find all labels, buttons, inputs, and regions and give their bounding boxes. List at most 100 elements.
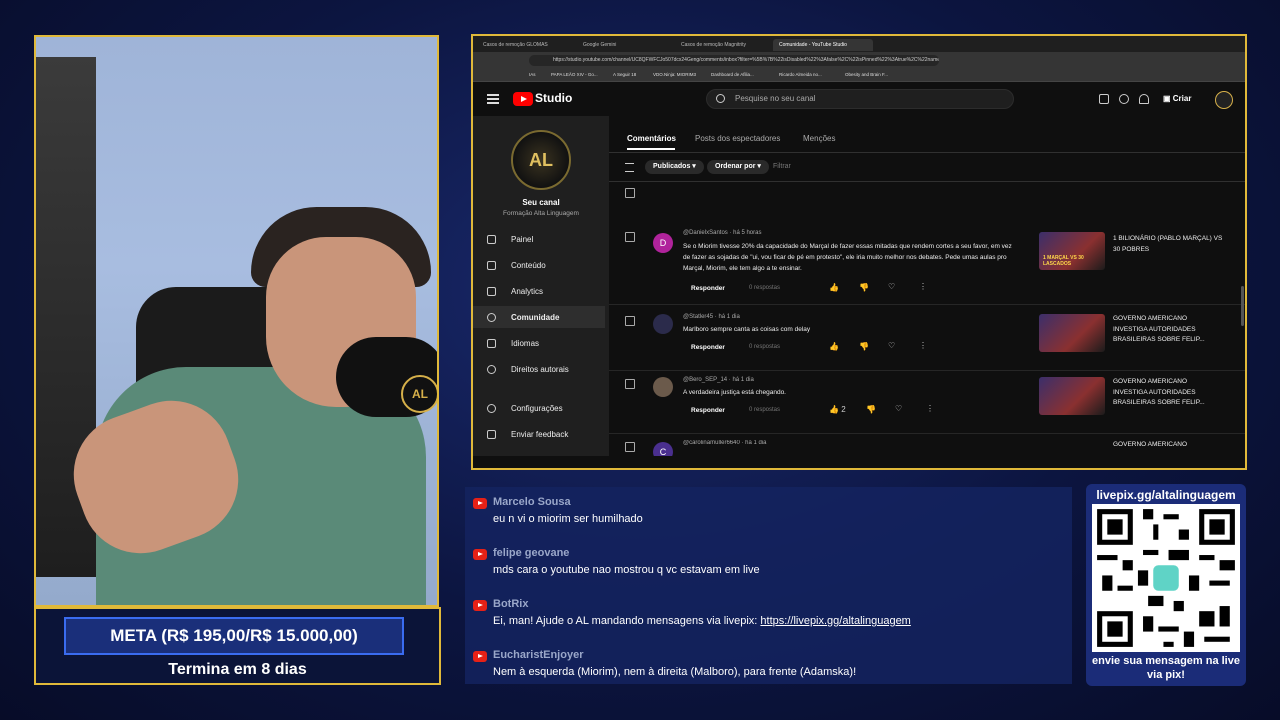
browser-tab[interactable]: Casos de remoção Magnitrity — [675, 39, 775, 51]
sidebar-item-painel[interactable]: Painel — [473, 228, 605, 250]
heart-icon[interactable]: ♡ — [888, 341, 895, 350]
comment-checkbox[interactable] — [625, 232, 635, 242]
more-icon[interactable]: ⋮ — [919, 341, 927, 350]
browser-tab[interactable]: Casos de remoção GLOMAS — [477, 39, 577, 51]
sidebar-item-label: Idiomas — [511, 338, 540, 348]
comment-checkbox[interactable] — [625, 379, 635, 389]
mic-logo: AL — [401, 375, 437, 413]
chat-link[interactable]: https://livepix.gg/altalinguagem — [760, 615, 910, 627]
reply-button[interactable]: Responder — [683, 341, 733, 355]
studio-sidebar: AL Seu canal Formação Alta Linguagem Pai… — [473, 116, 609, 456]
bookmark[interactable]: Ricardo Almeida no... — [779, 72, 822, 77]
account-avatar[interactable] — [1215, 91, 1233, 109]
sidebar-item-direitos[interactable]: Direitos autorais — [473, 358, 605, 380]
more-icon[interactable]: ⋮ — [919, 282, 927, 291]
comment-avatar[interactable] — [653, 314, 673, 334]
comment-checkbox[interactable] — [625, 442, 635, 452]
search-input[interactable]: Pesquise no seu canal — [706, 89, 1014, 109]
filter-input[interactable]: Filtrar — [773, 163, 791, 170]
chat-text: Ei, man! Ajude o AL mandando mensagens v… — [493, 615, 761, 627]
sort-button[interactable]: Ordenar por ▾ — [707, 160, 769, 174]
bookmark[interactable]: PAPA LEÃO XIV - Go... — [551, 72, 598, 77]
published-label: Publicados — [653, 163, 691, 170]
dislike-icon[interactable]: 👎 — [859, 283, 869, 292]
content-icon — [487, 260, 496, 270]
bookmark[interactable]: Dashboard de Afilia... — [711, 72, 754, 77]
comment-avatar[interactable]: D — [653, 233, 673, 253]
scrollbar[interactable] — [1241, 286, 1244, 326]
sidebar-item-comunidade[interactable]: Comunidade — [473, 306, 605, 328]
browser-tab-active[interactable]: Comunidade - YouTube Studio — [773, 39, 873, 51]
channel-avatar[interactable]: AL — [511, 130, 571, 190]
chat-text: mds cara o youtube nao mostrou q vc esta… — [493, 564, 760, 576]
sidebar-item-configuracoes[interactable]: Configurações — [473, 397, 605, 419]
tab-mencoes[interactable]: Menções — [803, 134, 835, 143]
video-thumbnail[interactable] — [1039, 377, 1105, 415]
video-title[interactable]: GOVERNO AMERICANO INVESTIGA AUTORIDADES … — [1113, 314, 1223, 346]
subtitles-icon[interactable] — [1099, 94, 1109, 104]
youtube-logo-icon[interactable] — [513, 92, 533, 106]
chat-text-container: Ei, man! Ajude o AL mandando mensagens v… — [493, 615, 911, 627]
sidebar-item-analytics[interactable]: Analytics — [473, 280, 605, 302]
comment-author[interactable]: @DanielxSantos · há 5 horas — [683, 230, 761, 236]
video-title[interactable]: GOVERNO AMERICANO INVESTIGA AUTORIDADES … — [1113, 377, 1223, 409]
reply-button[interactable]: Responder — [683, 282, 733, 296]
languages-icon — [487, 338, 496, 348]
browser-tab[interactable]: Google Gemini — [577, 39, 673, 51]
comment-author[interactable]: @carolinamuller6640 · há 1 dia — [683, 440, 766, 446]
heart-icon[interactable]: ♡ — [888, 282, 895, 291]
address-bar-row: https://studio.youtube.com/channel/UC8QF… — [473, 52, 1245, 69]
tab-comentarios[interactable]: Comentários — [627, 134, 676, 143]
comment-author[interactable]: @Statler45 · há 1 dia — [683, 314, 740, 320]
live-chat: Marcelo Sousa eu n vi o miorim ser humil… — [465, 487, 1072, 684]
reply-button[interactable]: Responder — [683, 404, 733, 418]
video-thumbnail[interactable]: 1 MARÇAL VS 30 LASCADOS — [1039, 232, 1105, 270]
livepix-panel: livepix.gg/altalinguagem envie sua mensa… — [1086, 484, 1246, 686]
bookmark[interactable]: VDO.Ninja: MIORIM3 — [653, 72, 696, 77]
sidebar-item-idiomas[interactable]: Idiomas — [473, 332, 605, 354]
video-thumbnail[interactable] — [1039, 314, 1105, 352]
select-all-checkbox[interactable] — [625, 188, 635, 198]
filter-icon[interactable] — [625, 163, 634, 172]
channel-name: Formação Alta Linguagem — [503, 210, 579, 217]
sort-label: Ordenar por — [715, 163, 756, 170]
bookmark[interactable]: A Seguir 18 — [613, 72, 636, 77]
comment-author[interactable]: @Bero_SEP_14 · há 1 dia — [683, 377, 754, 383]
help-icon[interactable] — [1119, 94, 1129, 104]
sidebar-item-conteudo[interactable]: Conteúdo — [473, 254, 605, 276]
bookmark[interactable]: Obesity and Brain F... — [845, 72, 888, 77]
bell-icon[interactable] — [1139, 94, 1149, 104]
comment-avatar[interactable]: C — [653, 442, 673, 456]
tab-underline — [627, 148, 675, 150]
dislike-icon[interactable]: 👎 — [859, 342, 869, 351]
create-label: Criar — [1172, 94, 1192, 103]
comment-checkbox[interactable] — [625, 316, 635, 326]
like-icon[interactable]: 👍 — [829, 342, 839, 351]
comment-row: @Statler45 · há 1 dia Marlboro sempre ca… — [609, 314, 1245, 371]
youtube-icon — [473, 600, 487, 611]
tab-posts[interactable]: Posts dos espectadores — [695, 134, 780, 143]
create-button[interactable]: ▣ Criar — [1163, 91, 1191, 107]
sidebar-item-label: Direitos autorais — [511, 364, 569, 374]
comment-avatar[interactable] — [653, 377, 673, 397]
more-icon[interactable]: ⋮ — [926, 404, 934, 413]
video-title[interactable]: 1 BILIONÁRIO (PABLO MARÇAL) VS 30 POBRES — [1113, 234, 1223, 255]
like-icon[interactable]: 👍 2 — [829, 405, 846, 414]
menu-icon[interactable] — [487, 94, 499, 104]
sidebar-item-feedback[interactable]: Enviar feedback — [473, 423, 605, 445]
heart-icon[interactable]: ♡ — [895, 404, 902, 413]
qr-code-graphic — [1092, 504, 1240, 652]
replies-count[interactable]: 0 respostas — [749, 344, 780, 350]
dislike-icon[interactable]: 👎 — [866, 405, 876, 414]
like-icon[interactable]: 👍 — [829, 283, 839, 292]
dashboard-icon — [487, 234, 496, 244]
chat-author: BotRix — [493, 598, 529, 610]
chat-author: felipe geovane — [493, 547, 570, 559]
bookmark[interactable]: IAs — [529, 72, 536, 77]
address-bar[interactable]: https://studio.youtube.com/channel/UC8QF… — [529, 55, 939, 66]
replies-count[interactable]: 0 respostas — [749, 285, 780, 291]
comment-text: Se o Miorim tivesse 20% da capacidade do… — [683, 243, 1012, 272]
video-title[interactable]: GOVERNO AMERICANO — [1113, 440, 1223, 451]
published-filter-button[interactable]: Publicados ▾ — [645, 160, 704, 174]
replies-count[interactable]: 0 respostas — [749, 407, 780, 413]
